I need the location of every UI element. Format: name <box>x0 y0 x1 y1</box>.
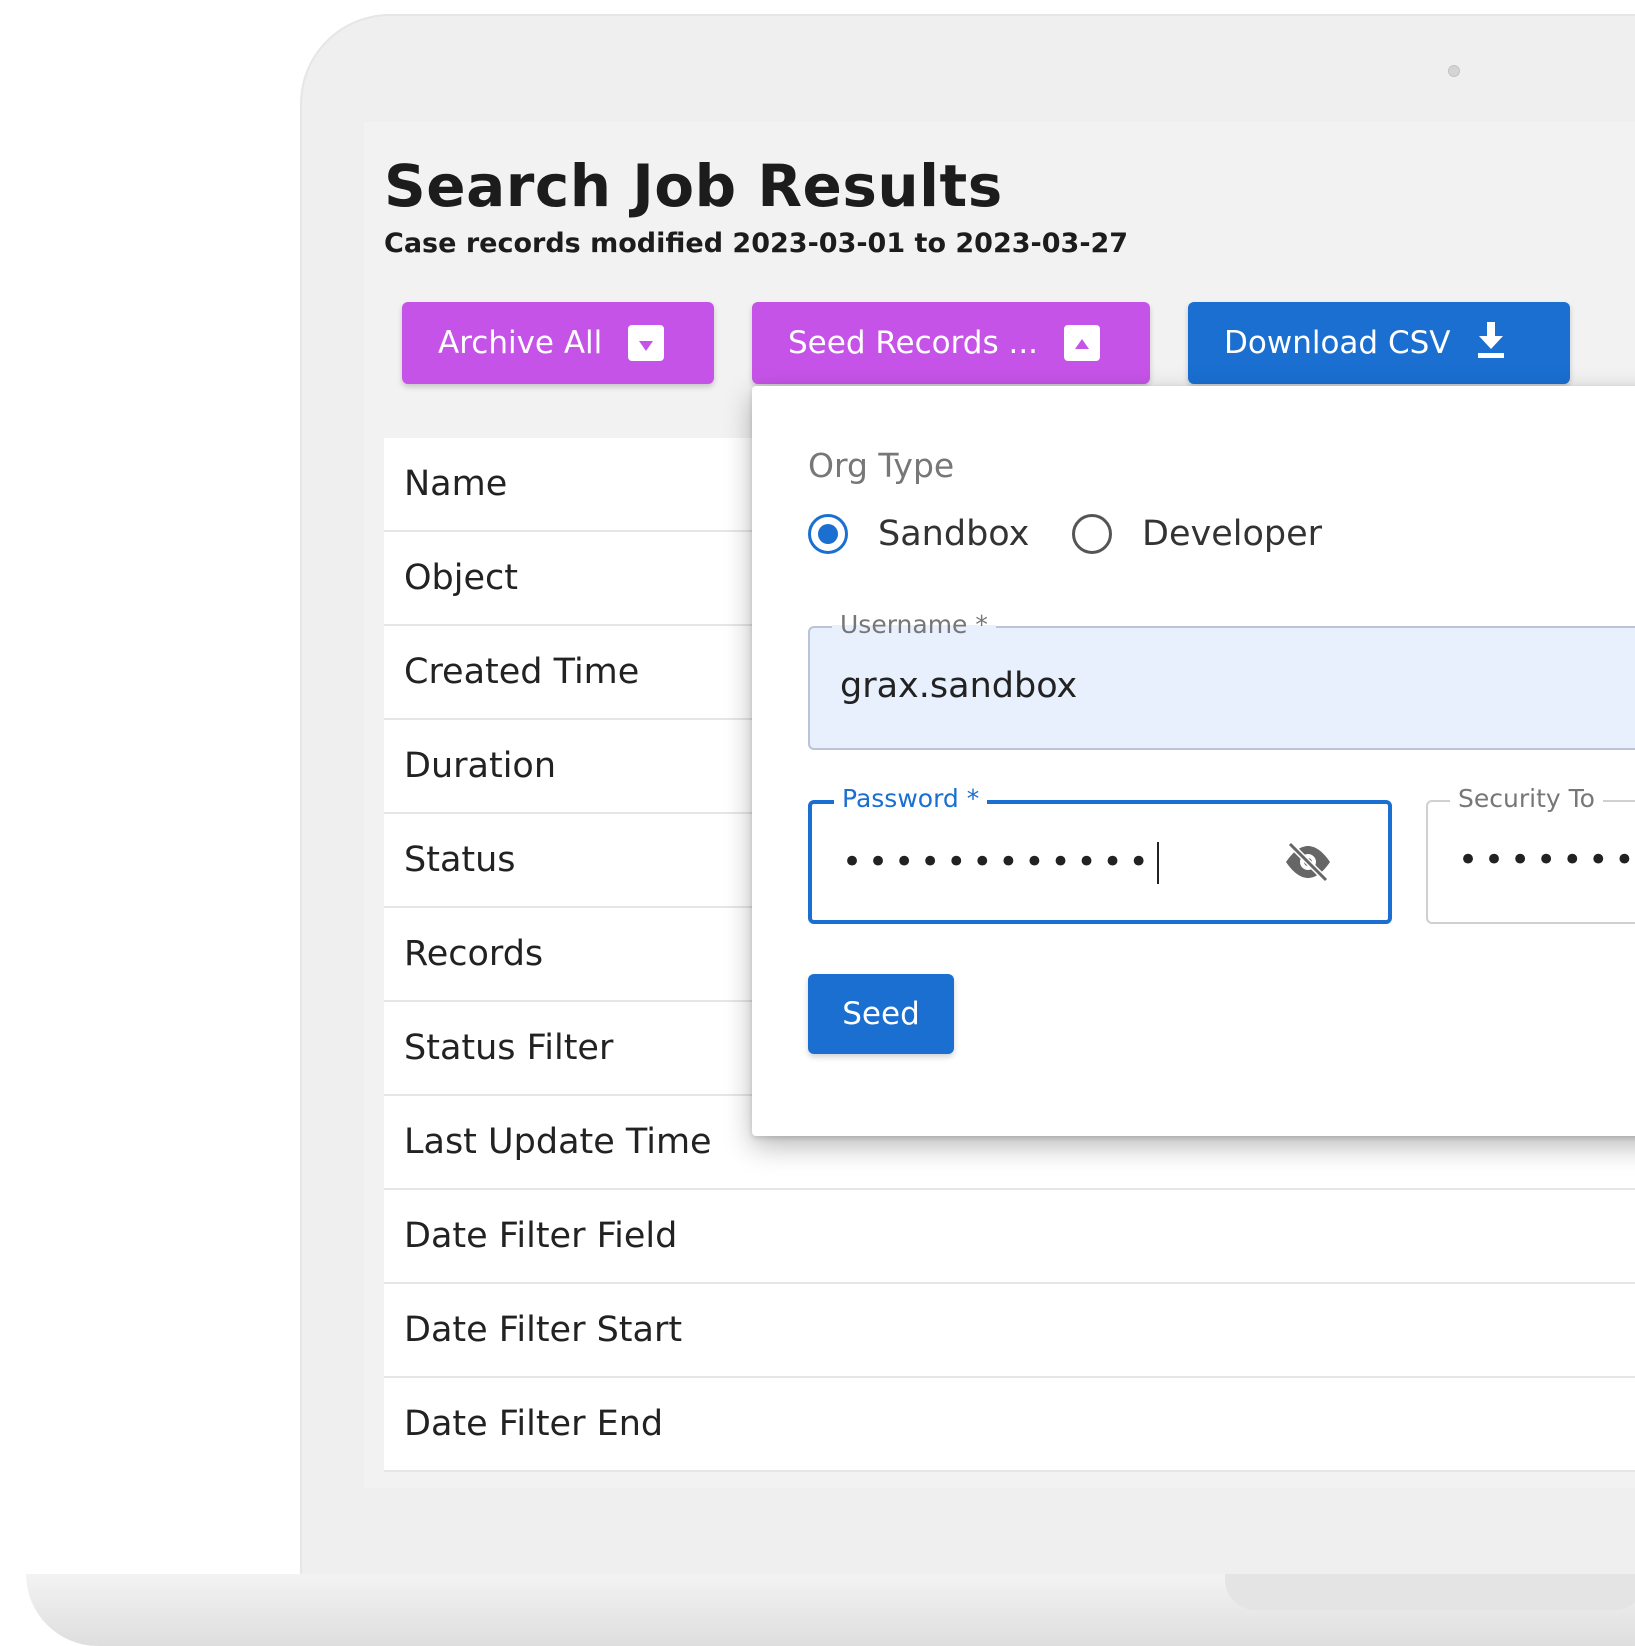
eye-off-icon[interactable] <box>1282 840 1334 888</box>
security-token-field[interactable]: Security To ••••••• <box>1426 782 1635 924</box>
security-token-mask[interactable]: ••••••• <box>1458 840 1635 880</box>
app-screen: Search Job Results Case records modified… <box>364 122 1635 1488</box>
radio-developer[interactable]: Developer <box>1072 514 1322 554</box>
archive-all-button[interactable]: Archive All <box>402 302 714 384</box>
seed-records-popover: Org Type Sandbox Developer Username * gr… <box>752 386 1635 1136</box>
org-type-label: Org Type <box>808 446 955 485</box>
radio-checked-icon[interactable] <box>808 514 848 554</box>
seed-submit-button[interactable]: Seed <box>808 974 954 1054</box>
password-mask: •••••••••••• <box>842 842 1155 882</box>
username-value[interactable]: grax.sandbox <box>840 666 1077 706</box>
password-input[interactable]: •••••••••••• <box>842 842 1159 884</box>
row-label: Records <box>404 934 544 974</box>
radio-developer-label: Developer <box>1142 514 1323 554</box>
username-label: Username * <box>832 608 996 642</box>
row-label: Duration <box>404 746 557 786</box>
row-label: Status <box>404 840 516 880</box>
password-label: Password * <box>834 782 988 816</box>
row-label: Status Filter <box>404 1028 614 1068</box>
laptop-base-notch <box>1225 1574 1635 1610</box>
radio-sandbox[interactable]: Sandbox <box>808 514 1029 554</box>
row-label: Last Update Time <box>404 1122 712 1162</box>
row-label: Date Filter Field <box>404 1216 678 1256</box>
table-row: Date Filter Start <box>384 1284 1635 1378</box>
archive-all-label: Archive All <box>438 325 603 361</box>
page-subtitle: Case records modified 2023-03-01 to 2023… <box>384 228 1129 259</box>
unarchive-icon <box>1064 325 1101 361</box>
security-token-label: Security To <box>1450 782 1603 816</box>
download-csv-label: Download CSV <box>1224 325 1451 361</box>
download-icon <box>1476 322 1506 364</box>
seed-records-label: Seed Records ... <box>788 325 1039 361</box>
row-label: Date Filter Start <box>404 1310 683 1350</box>
download-csv-button[interactable]: Download CSV <box>1188 302 1570 384</box>
row-label: Object <box>404 558 518 598</box>
text-caret <box>1156 842 1159 884</box>
radio-unchecked-icon[interactable] <box>1072 514 1112 554</box>
password-field[interactable]: Password * •••••••••••• <box>808 782 1392 924</box>
table-row: Date Filter End <box>384 1378 1635 1472</box>
row-label: Date Filter End <box>404 1404 664 1444</box>
radio-sandbox-label: Sandbox <box>878 514 1030 554</box>
archive-icon <box>628 325 665 361</box>
page-title: Search Job Results <box>384 152 1003 220</box>
row-label: Name <box>404 464 508 504</box>
camera-dot <box>1448 65 1460 77</box>
username-field[interactable]: Username * grax.sandbox <box>808 608 1635 750</box>
row-label: Created Time <box>404 652 640 692</box>
seed-records-button[interactable]: Seed Records ... <box>752 302 1150 384</box>
table-row: Date Filter Field <box>384 1190 1635 1284</box>
